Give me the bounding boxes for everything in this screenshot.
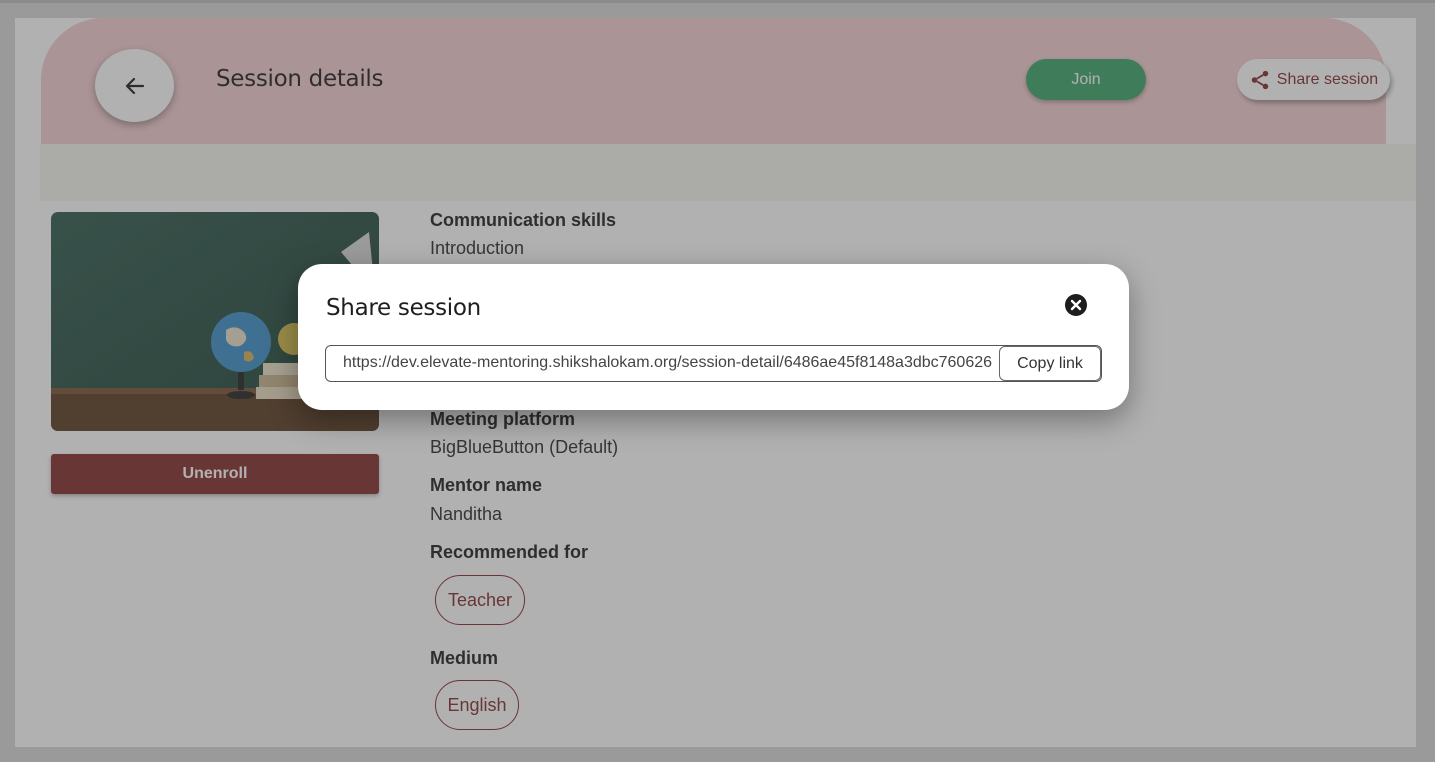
share-link-text: https://dev.elevate-mentoring.shikshalok… <box>343 354 993 371</box>
close-button[interactable] <box>1064 293 1088 317</box>
dialog-title: Share session <box>326 295 481 321</box>
share-link-field[interactable]: https://dev.elevate-mentoring.shikshalok… <box>325 345 1102 382</box>
close-circle-icon <box>1065 294 1087 316</box>
copy-link-button[interactable]: Copy link <box>999 346 1101 381</box>
share-session-dialog: Share session https://dev.elevate-mentor… <box>298 264 1129 410</box>
